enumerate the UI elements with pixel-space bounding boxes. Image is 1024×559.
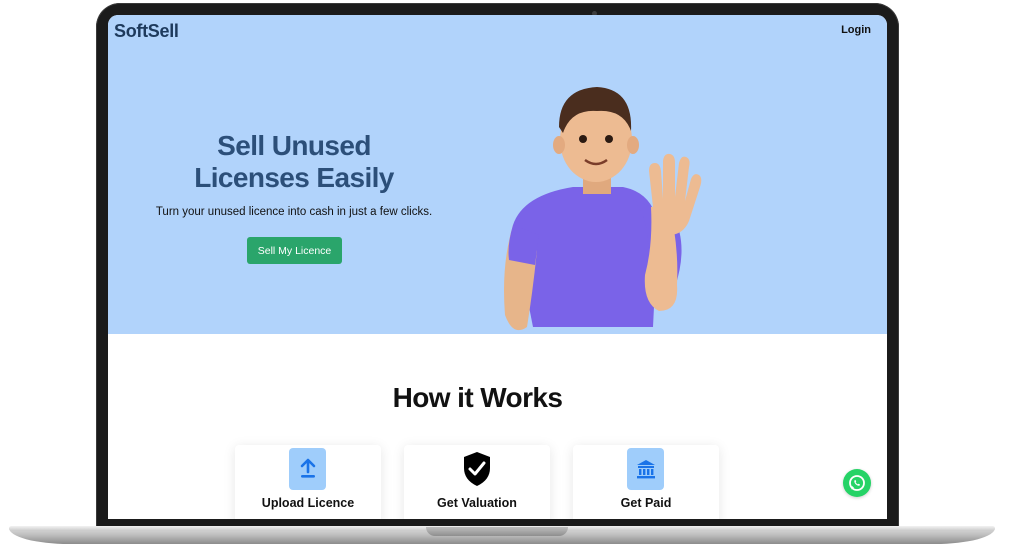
brand-logo[interactable]: SoftSell bbox=[114, 21, 179, 42]
hero-section: SoftSell Login Sell Unused Licenses Easi… bbox=[108, 15, 887, 334]
step-label: Get Paid bbox=[620, 496, 672, 510]
step-label: Get Valuation bbox=[437, 496, 517, 510]
hero-subtitle: Turn your unused licence into cash in ju… bbox=[155, 206, 433, 218]
upload-icon bbox=[289, 448, 326, 490]
step-label: Upload Licence bbox=[261, 496, 355, 510]
step-card-paid: Get Paid bbox=[573, 445, 719, 519]
bank-icon bbox=[627, 448, 664, 490]
waving-man-illustration bbox=[504, 87, 702, 331]
sell-my-licence-button[interactable]: Sell My Licence bbox=[247, 237, 342, 264]
laptop-notch bbox=[426, 527, 568, 536]
step-card-valuation: Get Valuation bbox=[404, 445, 550, 519]
shield-check-icon bbox=[458, 448, 495, 490]
screen: SoftSell Login Sell Unused Licenses Easi… bbox=[108, 15, 887, 519]
step-card-upload: Upload Licence bbox=[235, 445, 381, 519]
whatsapp-icon bbox=[849, 475, 865, 491]
login-link[interactable]: Login bbox=[841, 24, 871, 36]
hero-title-line2: Licenses Easily bbox=[194, 162, 394, 193]
whatsapp-chat-button[interactable] bbox=[843, 469, 871, 497]
hero-title-line1: Sell Unused bbox=[217, 130, 371, 161]
hero-title: Sell Unused Licenses Easily bbox=[168, 130, 420, 194]
how-it-works-title: How it Works bbox=[392, 382, 563, 413]
